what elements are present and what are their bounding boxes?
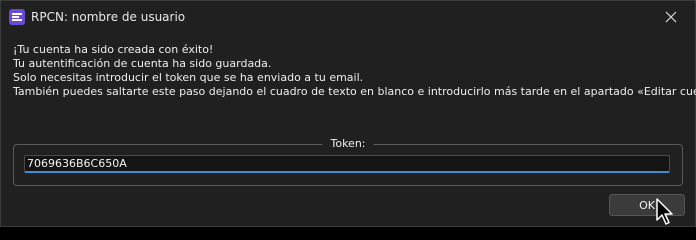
close-icon — [665, 11, 677, 23]
message-line: ¡Tu cuenta ha sido creada con éxito! — [13, 43, 214, 56]
dialog-window: RPCN: nombre de usuario ¡Tu cuenta ha si… — [0, 0, 696, 227]
message-line: Tu autentificación de cuenta ha sido gua… — [13, 57, 272, 70]
mouse-cursor-icon — [656, 198, 673, 225]
message-line: Solo necesitas introducir el token que s… — [13, 71, 364, 84]
title-bar[interactable]: RPCN: nombre de usuario — [1, 1, 695, 33]
token-label: Token: — [322, 137, 374, 151]
message-text: ¡Tu cuenta ha sido creada con éxito! Tu … — [13, 43, 696, 99]
token-group-box: Token: — [13, 137, 683, 186]
close-button[interactable] — [659, 7, 683, 27]
message-line: También puedes saltarte este paso dejand… — [13, 85, 696, 98]
rpcn-app-icon — [9, 9, 25, 25]
window-title: RPCN: nombre de usuario — [31, 10, 186, 24]
token-input[interactable] — [24, 155, 670, 173]
